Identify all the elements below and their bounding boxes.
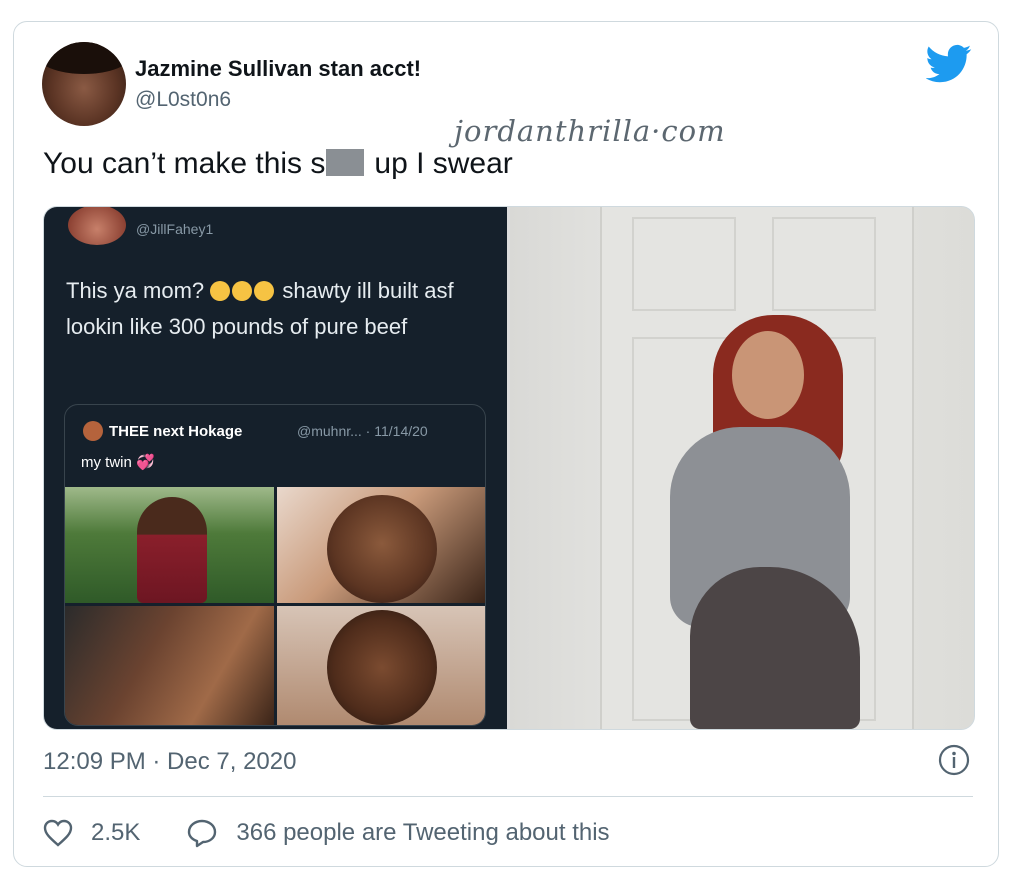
tweet-card: Jazmine Sullivan stan acct! @L0st0n6 jor… xyxy=(13,21,999,867)
media-grid[interactable]: @JillFahey1 This ya mom? shawty ill buil… xyxy=(43,206,975,730)
watermark-text: jordanthrilla·com xyxy=(454,114,726,148)
quoted-photo-3[interactable] xyxy=(65,606,274,725)
quoted-text: my twin 💞 xyxy=(81,453,155,471)
heart-emoji-icon: 💞 xyxy=(136,454,155,471)
embedded-screenshot[interactable]: @JillFahey1 This ya mom? shawty ill buil… xyxy=(44,207,507,729)
quoted-text-label: my twin xyxy=(81,454,132,471)
quoted-meta: @muhnr... · 11/14/20 xyxy=(297,423,428,439)
quoted-photo-4[interactable] xyxy=(277,606,485,725)
door-panel xyxy=(632,217,736,311)
photo-face xyxy=(327,495,437,603)
tweet-text: You can’t make this s up I swear xyxy=(43,147,513,181)
conversation-button[interactable]: 366 people are Tweeting about this xyxy=(186,818,610,848)
author-handle[interactable]: @L0st0n6 xyxy=(135,88,231,112)
person-face xyxy=(732,331,804,419)
quoted-author-name: THEE next Hokage xyxy=(109,423,243,440)
actions-divider xyxy=(43,796,973,797)
photo-face xyxy=(327,610,437,725)
censor-block xyxy=(326,149,365,176)
like-count: 2.5K xyxy=(91,819,141,846)
heart-icon xyxy=(43,819,73,847)
twitter-bird-icon[interactable] xyxy=(926,44,972,84)
quoted-photo-1[interactable] xyxy=(65,487,274,603)
speech-bubble-icon xyxy=(188,819,217,848)
quoted-photo-2[interactable] xyxy=(277,487,485,603)
embedded-tweet-text: This ya mom? shawty ill built asf lookin… xyxy=(66,273,486,345)
embedded-handle: @JillFahey1 xyxy=(136,221,214,237)
author-name[interactable]: Jazmine Sullivan stan acct! xyxy=(135,56,421,82)
conversation-label: 366 people are Tweeting about this xyxy=(236,819,610,846)
photo-person xyxy=(137,497,207,603)
tweet-timestamp[interactable]: 12:09 PM · Dec 7, 2020 xyxy=(43,748,296,776)
crying-emoji-icon xyxy=(254,281,275,301)
media-photo[interactable] xyxy=(510,207,974,729)
quoted-tweet[interactable]: THEE next Hokage @muhnr... · 11/14/20 my… xyxy=(64,404,486,726)
embedded-text-part1: This ya mom? xyxy=(66,278,205,303)
like-button[interactable]: 2.5K xyxy=(43,819,140,847)
quoted-avatar xyxy=(83,421,103,441)
tweet-text-end: up I swear xyxy=(374,147,513,180)
avatar-hair xyxy=(42,42,126,74)
crying-emoji-icon xyxy=(232,281,253,301)
author-avatar[interactable] xyxy=(42,42,126,126)
info-icon[interactable] xyxy=(938,744,970,776)
crying-emoji-icon xyxy=(210,281,231,301)
door-panel xyxy=(772,217,876,311)
embedded-avatar xyxy=(68,207,126,245)
tweet-actions: 2.5K 366 people are Tweeting about this xyxy=(43,816,610,850)
tweet-text-start: You can’t make this s xyxy=(43,147,326,180)
